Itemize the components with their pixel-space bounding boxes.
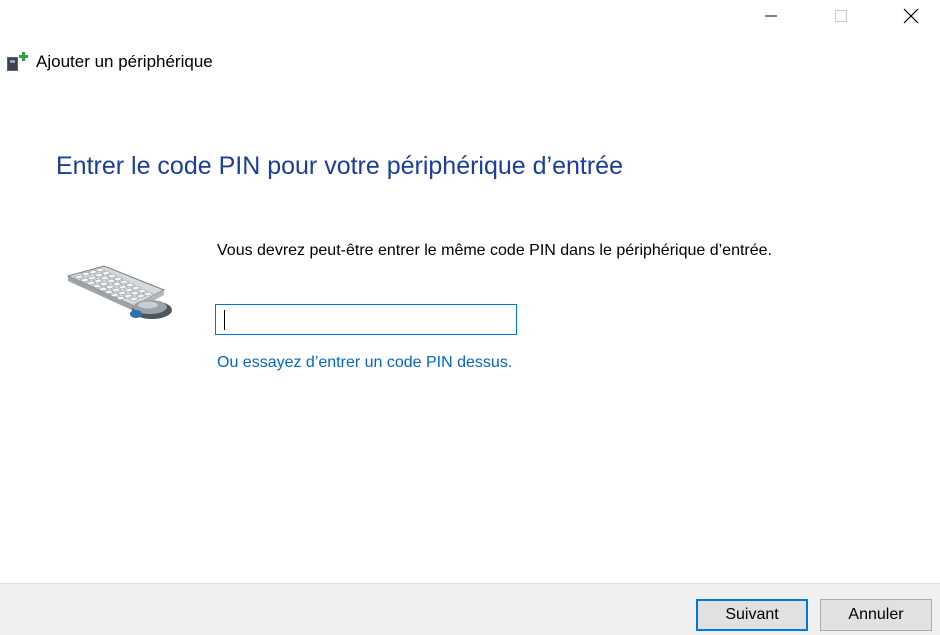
close-icon xyxy=(903,8,919,24)
maximize-button[interactable] xyxy=(818,0,864,32)
close-button[interactable] xyxy=(888,0,934,32)
title-bar: Ajouter un périphérique xyxy=(6,50,213,74)
keyboard-mouse-icon xyxy=(64,262,179,324)
cancel-button[interactable]: Annuler xyxy=(820,599,932,631)
dialog-footer: Suivant Annuler xyxy=(0,583,940,635)
maximize-icon xyxy=(835,10,847,22)
add-device-window: Ajouter un périphérique Entrer le code P… xyxy=(0,0,940,635)
window-title: Ajouter un périphérique xyxy=(36,52,213,71)
page-title: Entrer le code PIN pour votre périphériq… xyxy=(56,152,623,180)
instruction-text: Vous devrez peut-être entrer le même cod… xyxy=(217,242,772,259)
next-button[interactable]: Suivant xyxy=(696,599,808,631)
enter-pin-on-device-link[interactable]: Ou essayez d’entrer un code PIN dessus. xyxy=(217,354,512,372)
pin-input[interactable] xyxy=(215,304,517,335)
minimize-icon xyxy=(765,15,777,17)
add-device-icon xyxy=(6,50,30,74)
text-caret xyxy=(224,310,225,330)
minimize-button[interactable] xyxy=(748,0,794,32)
